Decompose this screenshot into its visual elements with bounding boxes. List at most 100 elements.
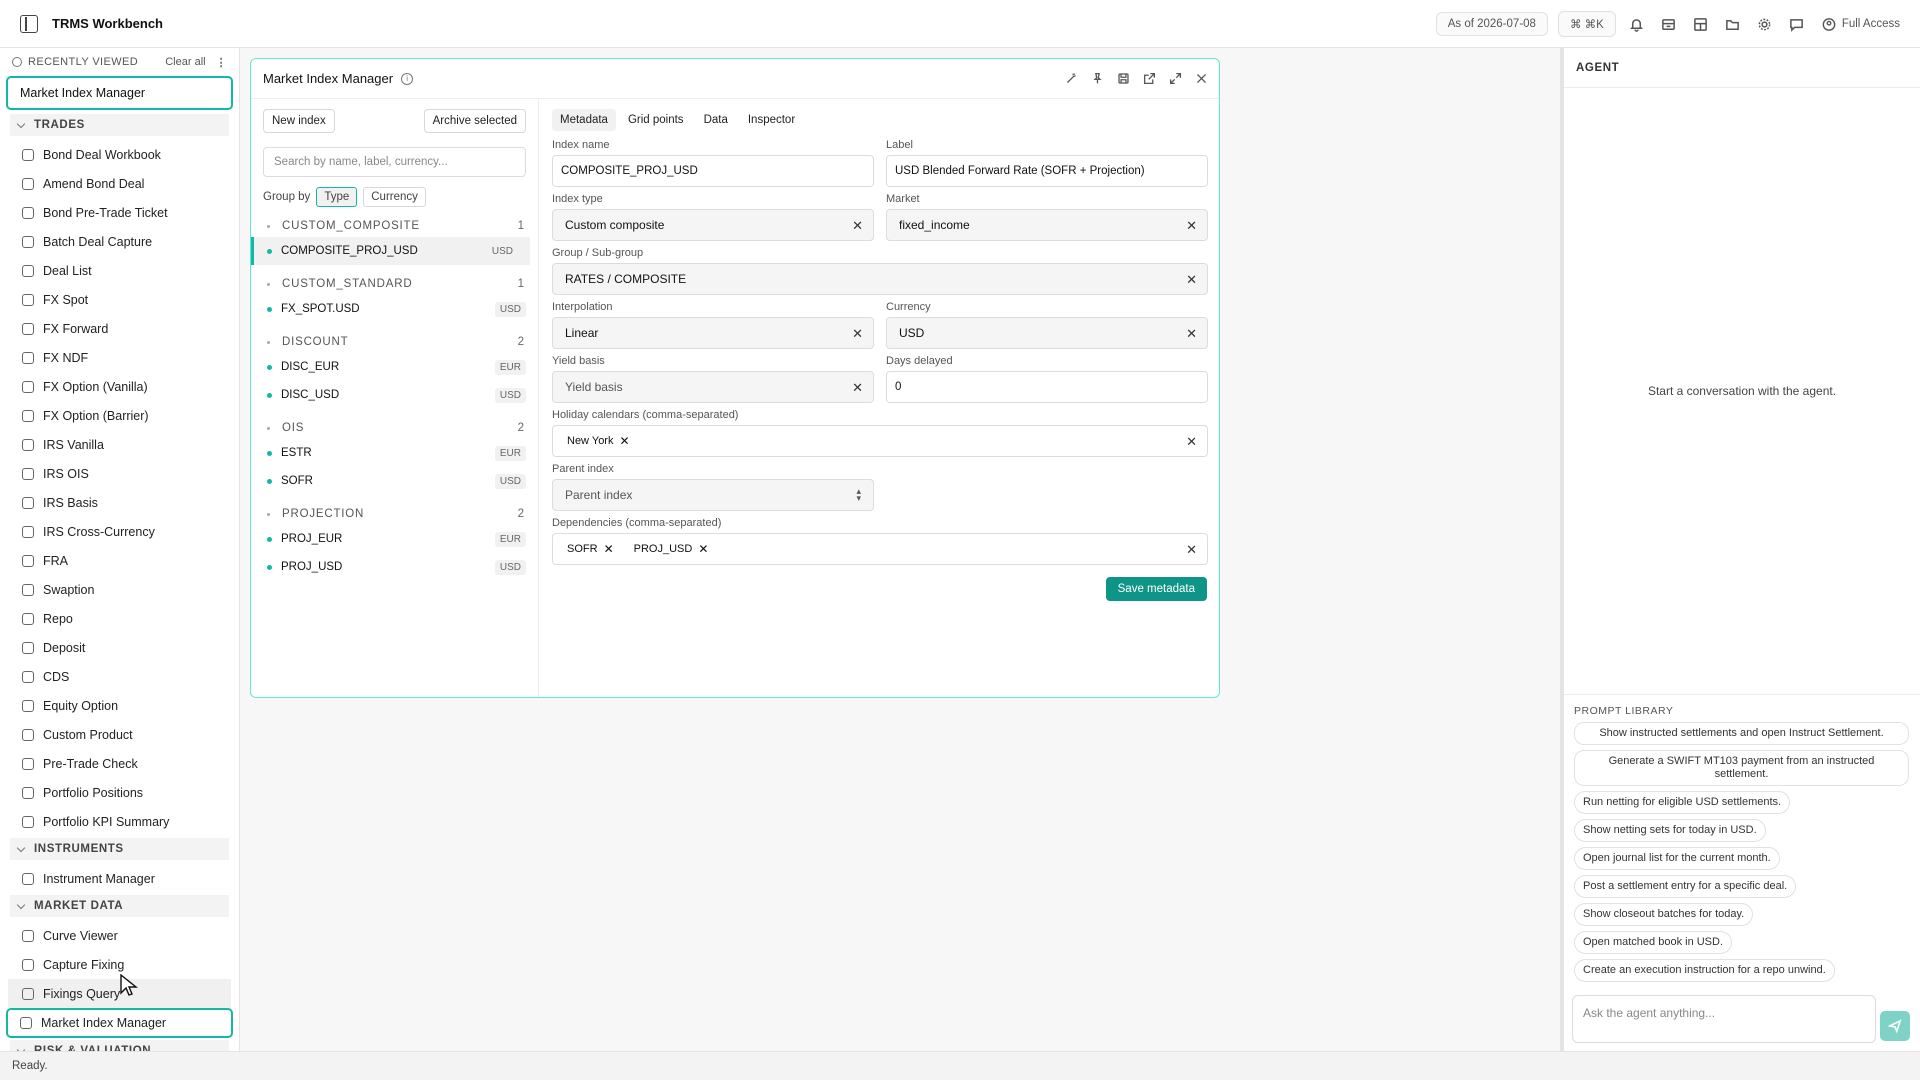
new-index-button[interactable]: New index [263,109,335,133]
clear-icon[interactable]: ✕ [852,218,863,234]
sidebar-item-fx-ndf[interactable]: FX NDF [0,343,239,372]
sidebar-item-irs-vanilla[interactable]: IRS Vanilla [0,430,239,459]
yield-basis-select[interactable]: Yield basis ✕ [552,371,874,403]
section-header-trades[interactable]: TRADES [10,114,229,136]
section-header-market-data[interactable]: MARKET DATA [10,895,229,917]
more-options-icon[interactable]: ⋮ [216,56,227,69]
as-of-date-chip[interactable]: As of 2026-07-08 [1435,12,1548,36]
index-row-sofr[interactable]: SOFR USD [251,467,538,495]
index-row-disc-eur[interactable]: DISC_EUR EUR [251,353,538,381]
pin-icon[interactable] [1089,71,1105,87]
clear-icon[interactable]: ✕ [1186,272,1197,288]
interpolation-select[interactable]: Linear ✕ [552,317,874,349]
sidebar-item-repo[interactable]: Repo [0,604,239,633]
prompt-item[interactable]: Run netting for eligible USD settlements… [1574,791,1791,814]
index-row-proj-usd[interactable]: PROJ_USD USD [251,553,538,581]
group-by-currency[interactable]: Currency [363,187,426,207]
group-header-ois[interactable]: OIS 2 [251,417,538,439]
sidebar-item-bond-deal-workbook[interactable]: Bond Deal Workbook [0,140,239,169]
folder-icon[interactable] [1722,13,1744,35]
prompt-item[interactable]: Post a settlement entry for a specific d… [1574,875,1797,898]
save-icon[interactable] [1115,71,1131,87]
sidebar-item-deposit[interactable]: Deposit [0,633,239,662]
command-palette-shortcut[interactable]: ⌘ ⌘K [1557,11,1616,37]
prompt-item[interactable]: Show netting sets for today in USD. [1574,819,1766,842]
send-button[interactable] [1880,1011,1910,1041]
sidebar-item-portfolio-positions[interactable]: Portfolio Positions [0,778,239,807]
index-row-fx-spot-usd[interactable]: FX_SPOT.USD USD [251,295,538,323]
group-by-type[interactable]: Type [316,187,358,207]
clear-icon[interactable]: ✕ [852,326,863,342]
clear-all-button[interactable]: Clear all [165,56,205,68]
save-metadata-button[interactable]: Save metadata [1105,577,1207,601]
sidebar-item-curve-viewer[interactable]: Curve Viewer [0,921,239,950]
section-header-instruments[interactable]: INSTRUMENTS [10,838,229,860]
index-row-proj-eur[interactable]: PROJ_EUR EUR [251,525,538,553]
expand-icon[interactable] [1167,71,1183,87]
prompt-item[interactable]: Show closeout batches for today. [1574,903,1754,926]
sidebar-item-fx-option-barrier[interactable]: FX Option (Barrier) [0,401,239,430]
sidebar-item-swaption[interactable]: Swaption [0,575,239,604]
section-header-risk-valuation[interactable]: RISK & VALUATION [10,1040,229,1051]
sidebar-item-irs-basis[interactable]: IRS Basis [0,488,239,517]
remove-tag-icon[interactable]: ✕ [698,542,708,556]
sidebar-item-deal-list[interactable]: Deal List [0,256,239,285]
sidebar-item-bond-pre-trade-ticket[interactable]: Bond Pre-Trade Ticket [0,198,239,227]
sidebar-item-amend-bond-deal[interactable]: Amend Bond Deal [0,169,239,198]
agent-chat-input[interactable]: Ask the agent anything... [1572,995,1876,1043]
tab-inspector[interactable]: Inspector [740,109,803,131]
dependencies-input[interactable]: SOFR ✕ PROJ_USD ✕ ✕ [552,533,1208,565]
sidebar-item-fx-option-vanilla[interactable]: FX Option (Vanilla) [0,372,239,401]
sidebar-item-fra[interactable]: FRA [0,546,239,575]
close-icon[interactable] [1193,71,1209,87]
group-header-discount[interactable]: DISCOUNT 2 [251,331,538,353]
index-row-composite-proj-usd[interactable]: COMPOSITE_PROJ_USD USD [251,237,530,265]
sidebar-item-instrument-manager[interactable]: Instrument Manager [0,864,239,893]
remove-tag-icon[interactable]: ✕ [619,434,629,448]
sidebar-item-batch-deal-capture[interactable]: Batch Deal Capture [0,227,239,256]
currency-select[interactable]: USD ✕ [886,317,1208,349]
index-row-disc-usd[interactable]: DISC_USD USD [251,381,538,409]
clear-icon[interactable]: ✕ [852,380,863,396]
group-header-custom-composite[interactable]: CUSTOM_COMPOSITE 1 [251,215,538,237]
clear-icon[interactable]: ✕ [1186,218,1197,234]
parent-index-select[interactable]: Parent index ▴ ▾ [552,479,874,511]
prompt-item[interactable]: Generate a SWIFT MT103 payment from an i… [1574,750,1909,786]
sidebar-item-cds[interactable]: CDS [0,662,239,691]
label-input[interactable]: USD Blended Forward Rate (SOFR + Project… [886,155,1208,187]
group-select[interactable]: RATES / COMPOSITE ✕ [552,263,1208,295]
holiday-calendars-input[interactable]: New York ✕ ✕ [552,425,1208,457]
index-name-input[interactable]: COMPOSITE_PROJ_USD [552,155,874,187]
sidebar-item-market-index-manager[interactable]: Market Index Manager [6,1008,233,1038]
days-delayed-input[interactable]: 0 [886,371,1208,403]
prompt-item[interactable]: Open matched book in USD. [1574,931,1733,954]
magic-wand-icon[interactable] [1063,71,1079,87]
remove-tag-icon[interactable]: ✕ [604,542,614,556]
sidebar-item-irs-cross-currency[interactable]: IRS Cross-Currency [0,517,239,546]
layout-icon[interactable] [1690,13,1712,35]
clear-icon[interactable]: ✕ [1186,434,1197,450]
sidebar-item-pre-trade-check[interactable]: Pre-Trade Check [0,749,239,778]
index-row-estr[interactable]: ESTR EUR [251,439,538,467]
sidebar-item-portfolio-kpi-summary[interactable]: Portfolio KPI Summary [0,807,239,836]
prompt-item[interactable]: Create an execution instruction for a re… [1574,959,1835,982]
tab-data[interactable]: Data [696,109,736,131]
sidebar-item-custom-product[interactable]: Custom Product [0,720,239,749]
external-link-icon[interactable] [1141,71,1157,87]
sidebar-item-irs-ois[interactable]: IRS OIS [0,459,239,488]
recent-item-market-index-manager[interactable]: Market Index Manager [6,76,233,110]
prompt-item[interactable]: Show instructed settlements and open Ins… [1574,722,1909,745]
sidebar-item-equity-option[interactable]: Equity Option [0,691,239,720]
info-icon[interactable]: i [401,72,414,85]
chat-icon[interactable] [1786,13,1808,35]
index-type-select[interactable]: Custom composite ✕ [552,209,874,241]
archive-selected-button[interactable]: Archive selected [423,109,526,133]
index-search-input[interactable]: Search by name, label, currency... [263,147,526,177]
sidebar-toggle-icon[interactable] [20,14,38,33]
market-select[interactable]: fixed_income ✕ [886,209,1208,241]
bell-icon[interactable] [1626,13,1648,35]
sidebar-item-fx-spot[interactable]: FX Spot [0,285,239,314]
prompt-item[interactable]: Open journal list for the current month. [1574,847,1780,870]
gear-icon[interactable] [1754,13,1776,35]
tab-metadata[interactable]: Metadata [552,109,616,131]
